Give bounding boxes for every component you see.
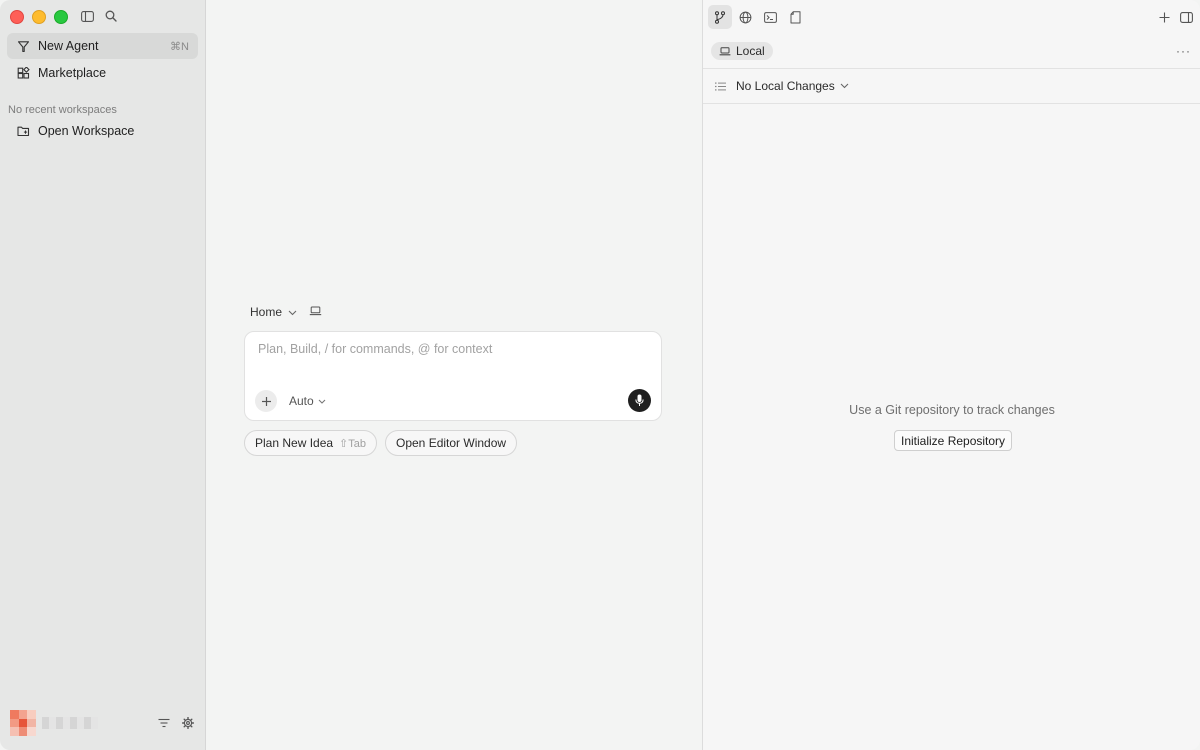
gear-icon[interactable] bbox=[181, 716, 195, 730]
user-name-redacted bbox=[42, 717, 98, 729]
initialize-repository-button[interactable]: Initialize Repository bbox=[894, 430, 1013, 451]
toggle-panel-icon[interactable] bbox=[1179, 10, 1193, 24]
agent-icon bbox=[16, 39, 30, 53]
workspace-selector[interactable]: Home bbox=[250, 305, 282, 319]
marketplace-icon bbox=[16, 66, 30, 80]
shortcut-hint: ⌘N bbox=[170, 40, 189, 53]
panel-toolbar bbox=[708, 5, 1193, 29]
tab-terminal[interactable] bbox=[758, 5, 782, 29]
model-mode-select[interactable]: Auto bbox=[289, 394, 326, 408]
model-mode-value: Auto bbox=[289, 394, 314, 408]
close-window-button[interactable] bbox=[10, 10, 24, 24]
list-icon bbox=[715, 82, 726, 90]
titlebar-icons bbox=[80, 9, 118, 23]
chip-label: Open Editor Window bbox=[396, 436, 507, 450]
laptop-icon[interactable] bbox=[309, 305, 322, 319]
sidebar-item-new-agent[interactable]: New Agent ⌘N bbox=[7, 33, 198, 59]
empty-state-message: Use a Git repository to track changes bbox=[849, 403, 1055, 417]
plus-icon[interactable] bbox=[1157, 10, 1171, 24]
sidebar-footer bbox=[10, 710, 195, 736]
sidebar-item-label: Marketplace bbox=[38, 66, 107, 80]
plan-new-idea-button[interactable]: Plan New Idea ⇧Tab bbox=[244, 430, 377, 456]
source-control-panel: Local ··· No Local Changes Use a Git rep… bbox=[702, 0, 1200, 750]
toggle-sidebar-icon[interactable] bbox=[80, 9, 94, 23]
avatar[interactable] bbox=[10, 710, 36, 736]
prompt-composer: Auto bbox=[244, 331, 662, 421]
open-workspace-label: Open Workspace bbox=[38, 124, 135, 138]
local-environment-pill[interactable]: Local bbox=[711, 42, 773, 60]
footer-icons bbox=[157, 716, 195, 730]
shortcut-hint: ⇧Tab bbox=[339, 437, 366, 450]
open-editor-window-button[interactable]: Open Editor Window bbox=[385, 430, 518, 456]
folder-plus-icon bbox=[16, 124, 30, 138]
more-options-button[interactable]: ··· bbox=[1176, 44, 1191, 58]
changes-label: No Local Changes bbox=[736, 79, 835, 93]
zoom-window-button[interactable] bbox=[54, 10, 68, 24]
chevron-down-icon[interactable] bbox=[288, 305, 297, 319]
globe-icon bbox=[739, 11, 751, 23]
window-controls bbox=[10, 10, 68, 24]
open-workspace-list: Open Workspace bbox=[7, 118, 198, 145]
file-icon bbox=[790, 10, 800, 23]
tab-files[interactable] bbox=[783, 5, 807, 29]
tab-browser[interactable] bbox=[733, 5, 757, 29]
agent-pane: Home Auto Plan New Idea ⇧ bbox=[206, 0, 702, 750]
sidebar-nav: New Agent ⌘N Marketplace bbox=[7, 33, 198, 87]
environment-label: Local bbox=[736, 44, 765, 58]
environment-row: Local ··· bbox=[703, 42, 1200, 69]
suggestion-chips: Plan New Idea ⇧Tab Open Editor Window bbox=[244, 430, 518, 456]
sidebar-item-marketplace[interactable]: Marketplace bbox=[7, 60, 198, 86]
sidebar: New Agent ⌘N Marketplace No recent works… bbox=[0, 0, 206, 750]
prompt-input[interactable] bbox=[256, 341, 640, 357]
changes-selector[interactable]: No Local Changes bbox=[703, 69, 1200, 104]
chip-label: Plan New Idea bbox=[255, 436, 334, 450]
search-icon[interactable] bbox=[104, 9, 118, 23]
panel-actions bbox=[1157, 10, 1193, 24]
app-window: New Agent ⌘N Marketplace No recent works… bbox=[0, 0, 1200, 750]
workspace-breadcrumb: Home bbox=[250, 305, 322, 319]
tab-source-control[interactable] bbox=[708, 5, 732, 29]
open-workspace-button[interactable]: Open Workspace bbox=[7, 118, 198, 144]
source-control-icon bbox=[715, 10, 725, 24]
microphone-icon bbox=[635, 394, 644, 406]
terminal-icon bbox=[763, 11, 777, 23]
plus-icon bbox=[261, 396, 271, 406]
minimize-window-button[interactable] bbox=[32, 10, 46, 24]
chevron-down-icon bbox=[318, 399, 326, 404]
add-context-button[interactable] bbox=[255, 390, 277, 412]
voice-input-button[interactable] bbox=[628, 389, 651, 412]
recent-workspaces-label: No recent workspaces bbox=[8, 104, 117, 116]
sidebar-item-label: New Agent bbox=[38, 39, 99, 53]
laptop-icon bbox=[719, 46, 731, 55]
filter-icon[interactable] bbox=[157, 716, 171, 730]
chevron-down-icon bbox=[840, 83, 849, 89]
